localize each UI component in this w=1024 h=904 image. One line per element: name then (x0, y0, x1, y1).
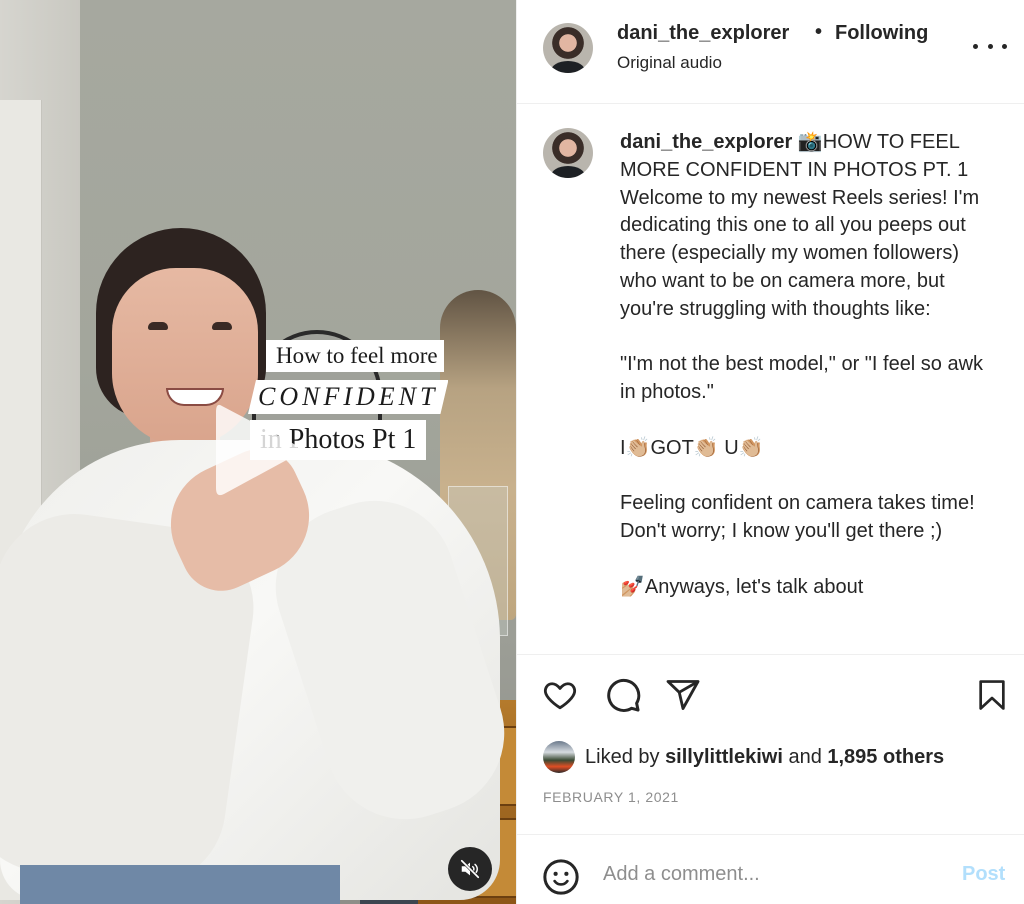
following-button[interactable]: Following (835, 22, 928, 45)
author-username-link[interactable]: dani_the_explorer (617, 22, 789, 45)
comment-button[interactable] (604, 676, 642, 719)
post-comment-button[interactable]: Post (962, 863, 1005, 886)
author-avatar[interactable] (543, 23, 593, 73)
more-horizontal-icon (1002, 43, 1007, 49)
caption-blank-line (620, 546, 1000, 574)
post-header: dani_the_explorer • Following Original a… (517, 0, 1024, 104)
caption-username-link[interactable]: dani_the_explorer (620, 131, 792, 153)
comment-input[interactable] (603, 857, 943, 891)
play-icon (216, 404, 298, 496)
header-separator: • (815, 21, 823, 43)
share-button[interactable] (665, 677, 701, 718)
post-details-panel: dani_the_explorer • Following Original a… (516, 0, 1024, 904)
like-button[interactable] (541, 677, 579, 718)
video-person-eye (212, 322, 232, 330)
caption-blank-line (620, 324, 1000, 352)
liker-username-link[interactable]: sillylittlekiwi (665, 746, 783, 768)
caption-paragraph: 💅🏼Anyways, let's talk about (620, 575, 864, 598)
caption-blank-line (620, 407, 1000, 435)
bookmark-icon (979, 680, 1005, 710)
likes-count-link[interactable]: 1,895 others (827, 746, 944, 768)
more-options-button[interactable] (973, 36, 1007, 56)
speaker-muted-icon (460, 859, 480, 879)
paper-plane-icon (666, 680, 700, 710)
post-date[interactable]: FEBRUARY 1, 2021 (543, 789, 679, 805)
play-button[interactable] (212, 398, 302, 502)
comment-bar: Post (517, 834, 1024, 904)
more-horizontal-icon (987, 43, 993, 49)
caption-paragraph: "I'm not the best model," or "I feel so … (620, 353, 984, 404)
caption-scroll-area[interactable]: dani_the_explorer 📸HOW TO FEEL MORE CONF… (517, 105, 1024, 654)
likes-summary: Liked by sillylittlekiwi and 1,895 other… (543, 741, 944, 773)
caption-blank-line (620, 463, 1000, 491)
reel-video[interactable]: How to feel more CONFIDENT in Photos Pt … (0, 0, 516, 904)
video-person-jeans (20, 865, 340, 904)
caption-paragraph: Feeling confident on camera takes time! … (620, 492, 975, 543)
save-button[interactable] (975, 677, 1009, 718)
video-person-eye (148, 322, 168, 330)
heart-icon (543, 682, 577, 710)
original-audio-link[interactable]: Original audio (617, 53, 722, 73)
caption-text: dani_the_explorer 📸HOW TO FEEL MORE CONF… (620, 129, 1000, 602)
likes-middle: and (782, 745, 828, 768)
caption-author-avatar[interactable] (543, 128, 593, 178)
comment-icon (607, 678, 641, 712)
caption-paragraph: Welcome to my newest Reels series! I'm d… (620, 186, 980, 320)
liker-avatar[interactable] (543, 741, 575, 773)
smiley-icon (543, 859, 579, 895)
post-actions: Liked by sillylittlekiwi and 1,895 other… (517, 654, 1024, 834)
more-horizontal-icon (973, 43, 978, 49)
emoji-button[interactable] (542, 858, 580, 901)
video-overlay-line-1: How to feel more (266, 340, 444, 372)
caption-paragraph: I👏🏼GOT👏🏼 U👏🏼 (620, 436, 764, 459)
mute-toggle-button[interactable] (448, 847, 492, 891)
likes-prefix: Liked by (585, 745, 666, 768)
